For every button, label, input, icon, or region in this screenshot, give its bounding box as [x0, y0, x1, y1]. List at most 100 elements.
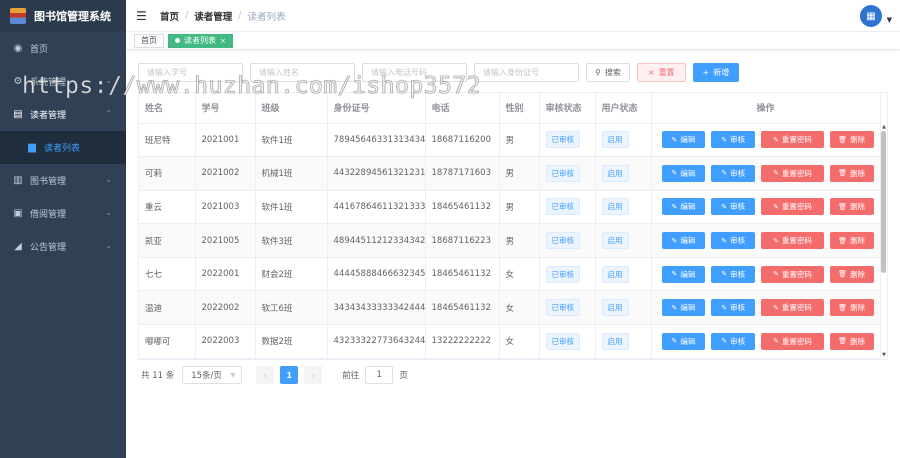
id-card-input[interactable]: 请输入身份证号 [474, 63, 579, 82]
tag-reader-list[interactable]: 读者列表 × [168, 33, 233, 48]
avatar[interactable]: ▦ [860, 5, 882, 27]
audit-button[interactable]: ✎ 审核 [711, 198, 756, 216]
plus-icon: + [702, 68, 710, 77]
search-button-label: 搜索 [604, 68, 621, 77]
cell-audit-status: 已审核 [539, 324, 596, 359]
reset-password-button-label: 重置密码 [781, 168, 812, 178]
prev-page-button[interactable]: ‹ [256, 366, 275, 384]
page-number-button[interactable]: 1 [280, 366, 299, 384]
hamburger-icon[interactable]: ☰ [136, 9, 148, 23]
breadcrumb-item-home[interactable]: 首页 [160, 9, 179, 23]
reset-password-button-label: 重置密码 [781, 135, 812, 145]
megaphone-icon: ◢ [14, 241, 22, 252]
edit-icon: ✎ [772, 303, 779, 312]
reset-password-button-label: 重置密码 [781, 336, 812, 346]
cell-gender: 男 [499, 156, 540, 191]
cell-student-no: 2022001 [195, 257, 256, 292]
logo-area[interactable]: 图书馆管理系统 [0, 0, 126, 32]
name-input[interactable]: 请输入姓名 [250, 63, 355, 82]
sidebar-item-notice[interactable]: ◢ 公告管理 ⌄ [0, 230, 126, 263]
chevron-up-icon: ⌃ [105, 109, 112, 118]
delete-button-label: 删除 [850, 303, 866, 313]
edit-button[interactable]: ✎ 编辑 [661, 198, 706, 216]
edit-icon: ✎ [772, 202, 779, 211]
scroll-down-icon[interactable]: ▼ [882, 352, 886, 358]
sidebar-item-label: 图书管理 [30, 177, 67, 187]
sidebar-item-system[interactable]: ⚙ 系统管理 ⌄ [0, 65, 126, 98]
reset-button[interactable]: × 重置 [636, 63, 686, 82]
trash-icon: 🗑 [838, 202, 848, 211]
column-header: 班级 [255, 93, 328, 124]
cell-phone: 18687116200 [425, 123, 500, 158]
chevron-down-icon: ⌄ [105, 208, 112, 217]
edit-button[interactable]: ✎ 编辑 [661, 232, 706, 250]
delete-button-label: 删除 [850, 202, 866, 212]
library-logo-icon [10, 8, 26, 24]
audit-button[interactable]: ✎ 审核 [711, 299, 756, 317]
delete-button[interactable]: 🗑 删除 [829, 164, 874, 182]
search-bar: 请输入学号 请输入姓名 请输入电话号码 请输入身份证号 ⚲ 搜索 × 重置 + … [138, 63, 740, 82]
student-no-input[interactable]: 请输入学号 [138, 63, 243, 82]
audit-button-label: 审核 [730, 168, 746, 178]
edit-button[interactable]: ✎ 编辑 [661, 265, 706, 283]
audit-button-label: 审核 [730, 135, 746, 145]
audit-button[interactable]: ✎ 审核 [711, 164, 756, 182]
close-icon[interactable]: × [220, 37, 226, 45]
reset-password-button[interactable]: ✎ 重置密码 [761, 131, 824, 149]
cell-gender: 女 [499, 290, 540, 326]
reset-password-button[interactable]: ✎ 重置密码 [761, 265, 824, 283]
edit-button-label: 编辑 [680, 269, 696, 279]
sidebar-item-borrow[interactable]: ▣ 借阅管理 ⌄ [0, 197, 126, 230]
sidebar-item-readers[interactable]: ▤ 读者管理 ⌃ [0, 98, 126, 131]
phone-input[interactable]: 请输入电话号码 [362, 63, 467, 82]
vertical-scrollbar[interactable] [881, 131, 886, 273]
sidebar-item-home[interactable]: ◉ 首页 [0, 32, 126, 65]
trash-icon: 🗑 [838, 303, 848, 312]
add-button[interactable]: + 新增 [692, 63, 740, 82]
audit-button[interactable]: ✎ 审核 [711, 265, 756, 283]
audit-button[interactable]: ✎ 审核 [711, 332, 756, 350]
delete-button[interactable]: 🗑 删除 [829, 299, 874, 317]
sidebar-item-reader-list[interactable]: ▆ 读者列表 [0, 131, 126, 164]
edit-button-label: 编辑 [680, 135, 696, 145]
breadcrumb-item-readers[interactable]: 读者管理 [194, 9, 232, 23]
next-page-button[interactable]: › [304, 366, 323, 384]
edit-button-label: 编辑 [680, 236, 696, 246]
edit-button[interactable]: ✎ 编辑 [661, 131, 706, 149]
edit-button[interactable]: ✎ 编辑 [661, 332, 706, 350]
reset-password-button[interactable]: ✎ 重置密码 [761, 332, 824, 350]
delete-button[interactable]: 🗑 删除 [829, 198, 874, 216]
reset-password-button[interactable]: ✎ 重置密码 [761, 299, 824, 317]
trash-icon: 🗑 [838, 270, 848, 279]
audit-button[interactable]: ✎ 审核 [711, 232, 756, 250]
audit-status-badge: 已审核 [545, 131, 580, 149]
reset-password-button[interactable]: ✎ 重置密码 [761, 198, 824, 216]
delete-button-label: 删除 [850, 269, 866, 279]
edit-button-label: 编辑 [680, 336, 696, 346]
audit-button[interactable]: ✎ 审核 [711, 131, 756, 149]
delete-button[interactable]: 🗑 删除 [829, 265, 874, 283]
reset-button-label: 重置 [658, 68, 675, 77]
cell-audit-status: 已审核 [539, 290, 596, 326]
delete-button[interactable]: 🗑 删除 [829, 232, 874, 250]
scroll-up-icon[interactable]: ▲ [882, 124, 886, 130]
page-size-select[interactable]: 15条/页 ▼ [182, 366, 243, 384]
reset-password-button[interactable]: ✎ 重置密码 [761, 232, 824, 250]
goto-page-input[interactable]: 1 [365, 366, 394, 384]
edit-button[interactable]: ✎ 编辑 [661, 164, 706, 182]
cell-phone: 18465461132 [425, 190, 500, 225]
delete-button[interactable]: 🗑 删除 [829, 131, 874, 149]
audit-status-badge: 已审核 [545, 332, 580, 350]
edit-button[interactable]: ✎ 编辑 [661, 299, 706, 317]
delete-button[interactable]: 🗑 删除 [829, 332, 874, 350]
reset-password-button[interactable]: ✎ 重置密码 [761, 164, 824, 182]
cell-student-no: 2021001 [195, 123, 256, 158]
caret-down-icon[interactable]: ▼ [887, 16, 892, 24]
add-button-label: 新增 [713, 68, 730, 77]
audit-button-label: 审核 [730, 236, 746, 246]
cell-user-status: 启用 [595, 324, 652, 359]
audit-button-label: 审核 [730, 303, 746, 313]
tag-home[interactable]: 首页 [134, 33, 164, 48]
search-button[interactable]: ⚲ 搜索 [586, 63, 630, 82]
sidebar-item-books[interactable]: ▥ 图书管理 ⌄ [0, 164, 126, 197]
